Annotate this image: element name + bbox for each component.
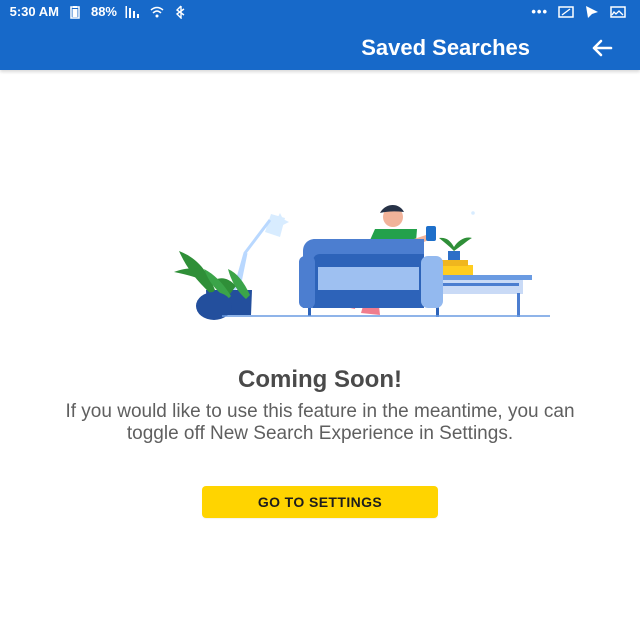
signal-icon <box>125 5 141 19</box>
notification-icon <box>584 5 600 19</box>
decoration-dot <box>471 211 475 215</box>
app-bar: ••• 88% 5:30 AM Saved Searches <box>0 0 640 70</box>
status-bar: ••• 88% 5:30 AM <box>0 0 640 24</box>
status-left-icons: ••• <box>531 2 626 22</box>
empty-state-message: Coming Soon! If you would like to use th… <box>60 363 580 445</box>
bluetooth-icon <box>173 5 189 20</box>
status-dots: ••• <box>531 4 548 19</box>
arrow-icon <box>592 39 613 57</box>
image-icon <box>610 5 626 19</box>
wifi-icon <box>149 5 165 19</box>
sofa-illustration <box>299 239 443 316</box>
mute-icon <box>558 5 574 19</box>
status-right-icons: 88% 5:30 AM <box>10 2 189 22</box>
back-button[interactable] <box>586 32 618 64</box>
app-screen: ••• 88% 5:30 AM Saved Searches Coming So… <box>0 0 640 640</box>
plant-pot-illustration <box>174 251 252 320</box>
empty-state-illustration <box>174 204 550 320</box>
go-to-settings-button[interactable]: GO TO SETTINGS <box>202 486 438 518</box>
status-time: 5:30 AM <box>10 4 60 19</box>
settings-message: If you would like to use this feature in… <box>65 401 575 444</box>
coming-soon-heading: Coming Soon! <box>238 366 402 393</box>
battery-percent: 88% <box>91 4 118 19</box>
battery-icon <box>67 5 83 19</box>
page-title: Saved Searches <box>361 35 530 60</box>
toolbar: Saved Searches <box>0 28 640 68</box>
